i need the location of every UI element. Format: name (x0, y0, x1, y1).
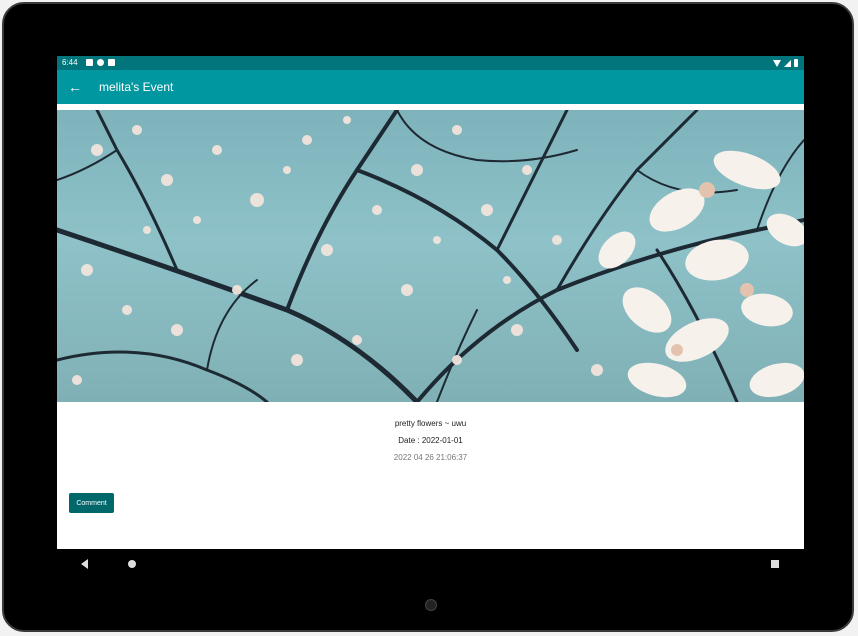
wifi-icon (773, 59, 781, 67)
status-time: 6:44 (62, 58, 78, 67)
nav-back-icon[interactable] (81, 559, 88, 569)
nav-recents-icon[interactable] (771, 560, 779, 568)
status-left-icons (86, 59, 115, 66)
blossom-illustration (57, 110, 804, 402)
event-timestamp: 2022 04 26 21:06:37 (393, 453, 468, 462)
event-image (57, 110, 804, 402)
event-title: pretty flowers ~ uwu (394, 419, 467, 428)
event-date: Date : 2022-01-01 (398, 436, 463, 445)
status-right-icons (773, 59, 798, 67)
notification-icon (86, 59, 93, 66)
nav-home-icon[interactable] (128, 560, 136, 568)
comment-button[interactable]: Comment (69, 493, 114, 513)
status-bar: 6:44 (57, 56, 804, 70)
arrow-left-icon[interactable]: ← (65, 77, 85, 97)
battery-icon (794, 59, 798, 67)
page-title: melita's Event (99, 80, 174, 94)
sync-icon (97, 59, 104, 66)
sd-card-icon (108, 59, 115, 66)
app-screen: 6:44 ← melita's Event pretty flowers ~ u… (57, 56, 804, 578)
camera-icon (425, 599, 437, 611)
signal-icon (784, 59, 791, 67)
app-bar: ← melita's Event (57, 70, 804, 104)
system-nav-bar (57, 549, 804, 579)
